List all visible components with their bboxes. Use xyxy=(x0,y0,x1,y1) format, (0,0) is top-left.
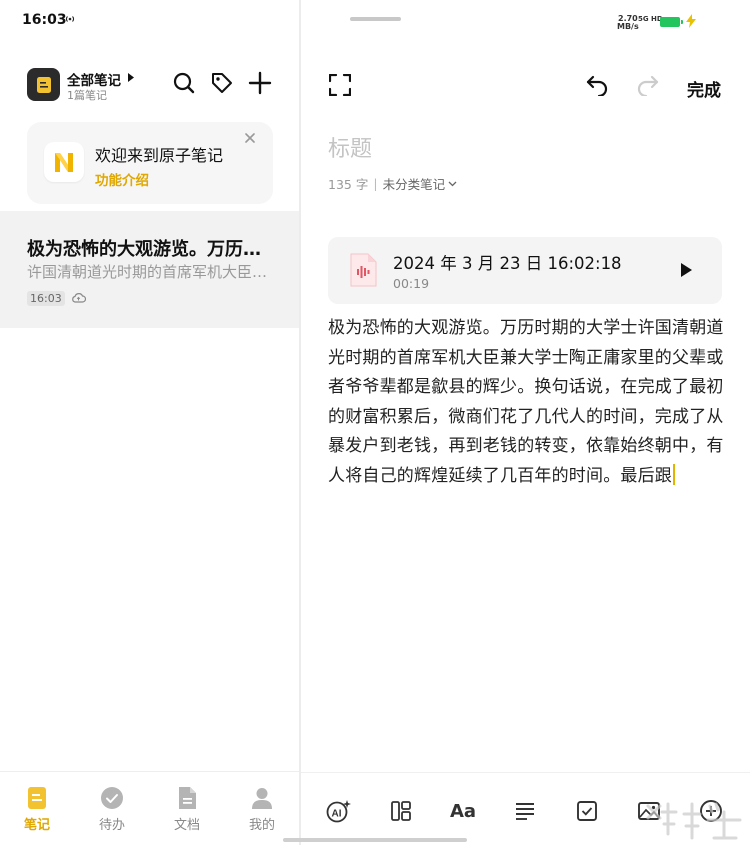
welcome-card[interactable]: 欢迎来到原子笔记 功能介绍 xyxy=(27,122,273,204)
profile-icon xyxy=(252,788,272,809)
network-speed: 2.70 MB/s xyxy=(617,14,639,31)
caret-right-icon[interactable] xyxy=(128,73,134,82)
add-note-icon[interactable] xyxy=(247,70,273,96)
nav-documents[interactable]: 文档 xyxy=(157,786,217,833)
nav-label: 待办 xyxy=(98,818,125,833)
nav-label: 我的 xyxy=(248,818,275,833)
watermark-logo-icon xyxy=(646,802,742,840)
text-format-icon[interactable]: Aa xyxy=(450,798,476,824)
atom-notes-logo-icon xyxy=(44,142,84,182)
audio-file-icon xyxy=(348,253,378,287)
notebook-count: 1篇笔记 xyxy=(67,89,107,102)
text-cursor xyxy=(673,463,675,485)
feature-intro-link[interactable]: 功能介绍 xyxy=(95,169,149,189)
notebook-title[interactable]: 全部笔记 xyxy=(67,69,121,89)
notebook-icon[interactable] xyxy=(27,68,60,101)
audio-date: 2024 年 3 月 23 日 16:02:18 xyxy=(393,254,622,273)
note-title: 极为恐怖的大观游览。万历时期的大学士许国清朝道光时期的首席军机大臣 xyxy=(27,239,272,260)
chevron-down-icon[interactable] xyxy=(448,181,457,187)
audio-recording-card[interactable]: 2024 年 3 月 23 日 16:02:18 00:19 xyxy=(328,237,722,304)
nav-notes[interactable]: 笔记 xyxy=(7,786,67,833)
welcome-title: 欢迎来到原子笔记 xyxy=(95,146,224,165)
fullscreen-icon[interactable] xyxy=(327,72,353,98)
category-selector[interactable]: 未分类笔记 xyxy=(383,174,446,193)
note-title-input[interactable]: 标题 xyxy=(328,131,372,163)
note-body-text: 极为恐怖的大观游览。万历时期的大学士许国清朝道光时期的首席军机大臣兼大学士陶正庸… xyxy=(328,318,724,486)
charging-icon xyxy=(685,14,697,28)
audio-duration: 00:19 xyxy=(393,276,430,291)
svg-text:AI: AI xyxy=(332,809,342,820)
layout-icon[interactable] xyxy=(388,798,414,824)
align-icon[interactable] xyxy=(512,798,538,824)
document-icon xyxy=(179,787,196,809)
nav-label: 笔记 xyxy=(23,818,50,833)
nav-todo[interactable]: 待办 xyxy=(82,786,142,833)
note-icon xyxy=(28,787,46,809)
char-count: 135 字 xyxy=(328,177,369,192)
gesture-bar[interactable] xyxy=(283,838,467,842)
undo-icon[interactable] xyxy=(584,72,610,98)
note-snippet: 许国清朝道光时期的首席军机大臣兼大学士陶正庸家里 xyxy=(27,263,272,281)
checkbox-icon[interactable] xyxy=(574,798,600,824)
note-list-item[interactable]: 极为恐怖的大观游览。万历时期的大学士许国清朝道光时期的首席军机大臣 许国清朝道光… xyxy=(0,211,299,328)
redo-icon[interactable] xyxy=(635,72,661,98)
tag-icon[interactable] xyxy=(209,70,235,96)
note-body-editor[interactable]: 极为恐怖的大观游览。万历时期的大学士许国清朝道光时期的首席军机大臣兼大学士陶正庸… xyxy=(328,314,726,491)
note-meta: 135 字 | 未分类笔记 xyxy=(328,174,457,193)
battery-icon xyxy=(660,17,683,27)
check-circle-icon xyxy=(101,787,123,809)
search-icon[interactable] xyxy=(171,70,197,96)
close-icon[interactable] xyxy=(243,131,257,145)
notes-list-pane: 16:03 全部笔记 1篇笔记 欢迎来到原子笔记 功能介绍 极为恐怖的大观游览。… xyxy=(0,0,299,845)
meta-divider: | xyxy=(373,176,378,191)
ai-sparkle-icon[interactable]: AI xyxy=(326,798,352,824)
done-button[interactable]: 完成 xyxy=(687,76,721,101)
cast-icon xyxy=(64,14,76,24)
nav-profile[interactable]: 我的 xyxy=(232,786,292,833)
note-editor-pane: 2.70 MB/s 5G HD 完成 标题 135 字 | 未分类笔记 2024… xyxy=(301,0,750,845)
nav-label: 文档 xyxy=(173,818,200,833)
drag-handle[interactable] xyxy=(350,17,401,21)
note-time: 16:03 xyxy=(27,291,65,306)
play-icon[interactable] xyxy=(679,262,693,278)
cloud-sync-icon xyxy=(71,292,86,303)
bottom-nav: 笔记 待办 文档 我的 xyxy=(0,771,299,845)
status-time: 16:03 xyxy=(22,12,67,28)
